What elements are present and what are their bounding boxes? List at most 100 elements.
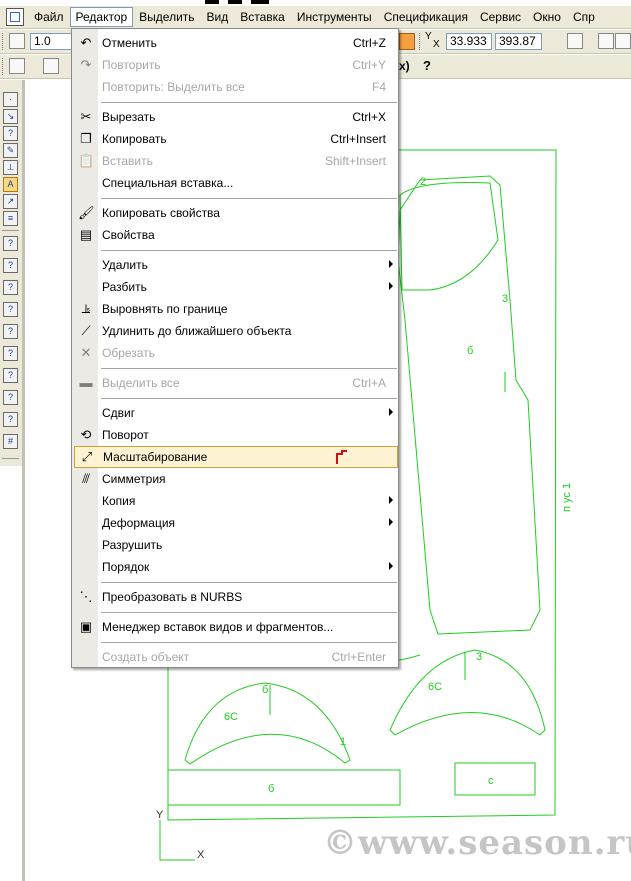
pocket-top (399, 182, 499, 291)
menu-item-20[interactable]: Сдвиг (73, 402, 398, 424)
menu-item-label: Разбить (102, 280, 147, 294)
menu-item-6[interactable]: 📋 Вставить Shift+Insert (73, 150, 398, 172)
menu-item-2[interactable]: Повторить: Выделить все F4 (73, 76, 398, 98)
menu-item-21[interactable]: ⟲ Поворот (73, 424, 398, 446)
submenu-arrow-icon (389, 496, 393, 504)
submenu-arrow-icon (389, 518, 393, 526)
axis-y-label: Y (156, 809, 164, 821)
watermark: ©www.season.ru (323, 823, 631, 863)
menu-item-18[interactable]: ▬ Выделить все Ctrl+A (73, 372, 398, 394)
menu-item-22[interactable]: ⤢ Масштабирование (74, 446, 398, 468)
menu-item-label: Поворот (102, 428, 149, 442)
menu-item-label: Свойства (102, 228, 155, 242)
menu-item-0[interactable]: ↶ Отменить Ctrl+Z (73, 32, 398, 54)
axis-y (159, 820, 195, 861)
menu-item-label: Копировать свойства (102, 206, 220, 220)
menu-item-31[interactable]: ▣ Менеджер вставок видов и фрагментов... (73, 616, 398, 638)
scale-icon: ⤢ (81, 449, 93, 464)
menu-item-shortcut: F4 (371, 80, 386, 94)
piece-label-e: б (262, 684, 268, 696)
menu-item-4[interactable]: ✂ Вырезать Ctrl+X (73, 106, 398, 128)
properties-icon: ▤ (79, 227, 93, 242)
menu-separator (101, 198, 397, 199)
submenu-arrow-icon (389, 408, 393, 416)
menu-item-label: Менеджер вставок видов и фрагментов... (102, 620, 334, 634)
piece-label-a: 2 (420, 176, 426, 188)
menu-item-12[interactable]: Удалить (73, 254, 398, 276)
menu-item-26[interactable]: Разрушить (73, 534, 398, 556)
piece-label-k: п ус 1 (561, 483, 573, 512)
menu-item-label: Масштабирование (103, 450, 208, 464)
menu-item-label: Вставить (102, 154, 153, 168)
copy-icon: ❐ (80, 131, 92, 146)
scale-cursor-icon (336, 450, 347, 464)
menu-item-label: Повторить (102, 58, 161, 72)
brush-icon: 🖌 (78, 205, 95, 220)
menu-item-label: Отменить (102, 36, 157, 50)
piece-label-i: б (268, 783, 274, 795)
extend-icon: ⟋ (81, 323, 91, 338)
menu-item-label: Порядок (102, 560, 150, 574)
piece-label-g: 6С (428, 681, 442, 693)
menu-item-shortcut: Ctrl+Insert (330, 132, 386, 146)
menu-item-label: Разрушить (102, 538, 163, 552)
menu-item-label: Удалить (102, 258, 148, 272)
menu-item-label: Деформация (102, 516, 176, 530)
menu-item-shortcut: Shift+Insert (324, 154, 386, 168)
menu-item-5[interactable]: ❐ Копировать Ctrl+Insert (73, 128, 398, 150)
menu-item-25[interactable]: Деформация (73, 512, 398, 534)
menu-item-16[interactable]: ✕ Обрезать (73, 342, 398, 364)
axis-x-label: X (197, 849, 205, 861)
menu-item-label: Преобразовать в NURBS (102, 590, 243, 604)
menu-separator (101, 102, 397, 103)
piece-label-f: 3 (476, 651, 482, 663)
menu-item-label: Копия (102, 494, 136, 508)
edit-menu-dropdown: ↶ Отменить Ctrl+Z ↷ Повторить Ctrl+Y Повторить… (71, 28, 399, 668)
submenu-arrow-icon (389, 260, 393, 268)
menu-item-label: Выровнять по границе (102, 302, 228, 316)
menu-item-label: Симметрия (102, 472, 166, 486)
select-all-icon: ▬ (79, 375, 93, 390)
menu-item-label: Копировать (102, 132, 167, 146)
paste-icon: 📋 (78, 153, 95, 168)
mirror-icon: ⫻ (82, 471, 90, 486)
trim-icon: ✕ (80, 345, 92, 360)
piece-label-c: б (467, 345, 473, 357)
menu-separator (101, 250, 397, 251)
menu-separator (101, 398, 397, 399)
piece-label-b: 3 (502, 293, 508, 305)
menu-item-14[interactable]: ⫡ Выровнять по границе (73, 298, 398, 320)
menu-item-label: Специальная вставка... (102, 176, 234, 190)
undo-icon: ↶ (80, 35, 92, 50)
menu-item-label: Сдвиг (102, 406, 136, 420)
menu-item-29[interactable]: ⋱ Преобразовать в NURBS (73, 586, 398, 608)
menu-item-24[interactable]: Копия (73, 490, 398, 512)
piece-label-d: 1 (340, 736, 346, 748)
scissors-icon: ✂ (80, 109, 92, 124)
menu-item-shortcut: Ctrl+A (352, 376, 386, 390)
menu-item-shortcut: Ctrl+Y (352, 58, 386, 72)
menu-item-23[interactable]: ⫻ Симметрия (73, 468, 398, 490)
piece-label-h: 6С (224, 711, 238, 723)
piece-label-j: с (488, 775, 494, 787)
nurbs-icon: ⋱ (79, 589, 93, 604)
menu-item-label: Вырезать (102, 110, 156, 124)
menu-item-7[interactable]: Специальная вставка... (73, 172, 398, 194)
menu-item-10[interactable]: ▤ Свойства (73, 224, 398, 246)
menu-item-33[interactable]: Создать объект Ctrl+Enter (73, 646, 398, 668)
menu-item-shortcut: Ctrl+X (352, 110, 386, 124)
menu-item-1[interactable]: ↷ Повторить Ctrl+Y (73, 54, 398, 76)
menu-item-label: Выделить все (102, 376, 180, 390)
small-rect (454, 762, 536, 796)
menu-item-label: Обрезать (102, 346, 155, 360)
menu-item-shortcut: Ctrl+Z (353, 36, 386, 50)
menu-item-27[interactable]: Порядок (73, 556, 398, 578)
strip-bottom (167, 769, 401, 806)
menu-item-9[interactable]: 🖌 Копировать свойства (73, 202, 398, 224)
menu-item-15[interactable]: ⟋ Удлинить до ближайшего объекта (73, 320, 398, 342)
insert-manager-icon: ▣ (79, 619, 93, 634)
rotate-icon: ⟲ (80, 427, 92, 442)
menu-item-13[interactable]: Разбить (73, 276, 398, 298)
menu-separator (101, 642, 397, 643)
menu-separator (101, 612, 397, 613)
